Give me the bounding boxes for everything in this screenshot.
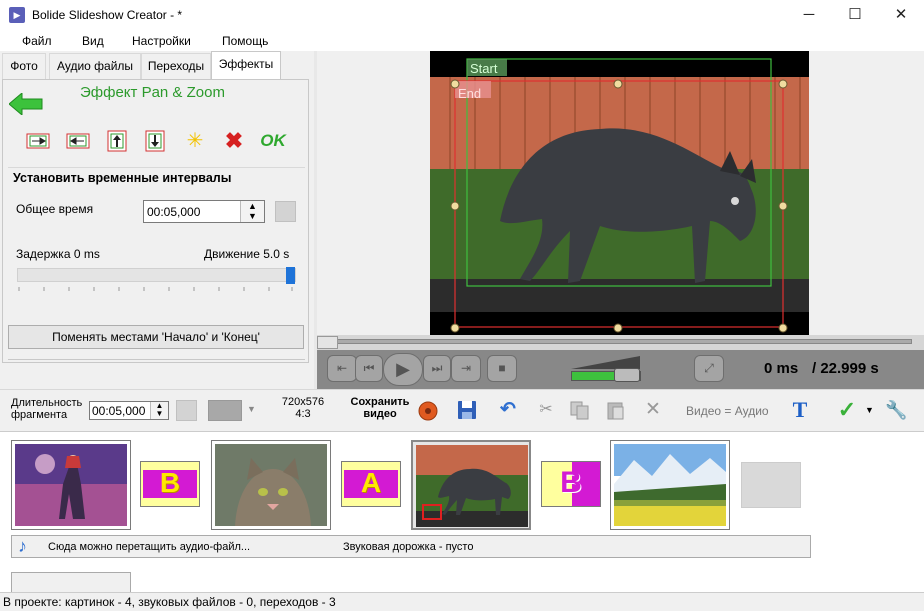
back-arrow-icon[interactable] [9, 93, 43, 115]
swap-start-end-button[interactable]: Поменять местами 'Начало' и 'Конец' [8, 325, 304, 349]
section-title: Установить временные интервалы [13, 171, 232, 185]
resolution-value: 720x576 [281, 396, 325, 408]
transition-letter: A [360, 467, 382, 498]
undo-icon[interactable]: ↶ [497, 400, 519, 420]
divider [8, 167, 305, 168]
cut-icon[interactable]: ✂ [535, 400, 557, 420]
text-icon[interactable]: T [789, 399, 811, 421]
star-icon[interactable]: ✳ [183, 130, 207, 154]
move-right-icon[interactable] [26, 131, 50, 151]
play-icon[interactable]: ▶ [383, 353, 423, 386]
background-swatch[interactable] [176, 400, 197, 421]
tab-transitions[interactable]: Переходы [141, 53, 211, 79]
transition-letter: B [560, 466, 582, 499]
status-text: В проекте: картинок - 4, звуковых файлов… [3, 595, 336, 609]
tab-photo[interactable]: Фото [2, 53, 46, 79]
timeline-stub [11, 572, 131, 593]
total-time-spinner[interactable]: ▲ ▼ [240, 201, 264, 222]
paste-icon[interactable] [605, 400, 627, 420]
audio-track-status: Звуковая дорожка - пусто [343, 541, 474, 553]
minimize-button[interactable]: ─ [786, 0, 832, 31]
video-equals-audio-button[interactable]: Видео = Аудио [686, 404, 769, 418]
empty-slot[interactable] [741, 462, 801, 508]
close-button[interactable]: ✕ [878, 0, 924, 31]
divider [8, 359, 305, 360]
effect-marker [422, 504, 442, 520]
interval-slider[interactable] [17, 268, 296, 282]
remove-icon[interactable]: ✕ [642, 400, 664, 420]
aspect-ratio: 4:3 [295, 408, 311, 420]
slide-thumbnail[interactable] [11, 440, 131, 530]
music-note-icon: ♪ [18, 536, 27, 556]
interval-slider-thumb[interactable] [286, 267, 295, 284]
seek-thumb[interactable] [317, 336, 338, 349]
skip-start-button[interactable]: ⇤ [327, 355, 357, 382]
total-time-label: Общее время [16, 202, 94, 216]
end-rect-label: End [458, 86, 482, 101]
transition-item[interactable]: A [341, 461, 401, 507]
move-left-icon[interactable] [66, 131, 90, 151]
motion-label: Движение 5.0 s [204, 247, 290, 261]
total-time: / 22.999 s [812, 360, 879, 377]
chevron-down-icon[interactable]: ▼ [247, 404, 256, 414]
effect-title: Эффект Pan & Zoom [80, 84, 225, 101]
preview-image [430, 51, 809, 335]
slide-thumbnail[interactable] [211, 440, 331, 530]
slide-image [215, 444, 327, 526]
menu-help[interactable]: Помощь [222, 34, 268, 48]
current-time: 0 ms [764, 360, 799, 377]
fullscreen-button[interactable]: ⤢ [694, 355, 724, 382]
audio-drop-hint: Сюда можно перетащить аудио-файл... [48, 541, 251, 553]
duration-label-line1: Длительность [11, 397, 83, 409]
record-icon[interactable] [418, 401, 438, 421]
menu-settings[interactable]: Настройки [132, 34, 191, 48]
seek-track[interactable] [322, 339, 912, 344]
app-icon: ▶ [9, 7, 25, 23]
stop-button[interactable]: ■ [487, 355, 517, 382]
menu-file[interactable]: Файл [22, 34, 52, 48]
delay-label: Задержка 0 ms [16, 247, 100, 261]
slide-image [614, 444, 726, 526]
transition-letter: B [159, 467, 181, 498]
slider-ticks [18, 287, 293, 291]
transition-item[interactable]: B [541, 461, 601, 507]
save-video-button[interactable]: Сохранить видео [340, 396, 420, 420]
slide-thumbnail[interactable] [610, 440, 730, 530]
move-down-icon[interactable] [144, 129, 166, 153]
color-swatch[interactable] [275, 201, 296, 222]
resolution-display[interactable]: 720x576 4:3 [270, 396, 336, 420]
duration-spinner[interactable]: ▲ ▼ [150, 402, 168, 419]
delete-icon[interactable]: ✖ [222, 130, 246, 154]
menu-view[interactable]: Вид [82, 34, 104, 48]
ok-button[interactable]: OK [258, 130, 288, 154]
save-video-line1: Сохранить [350, 396, 410, 408]
volume-thumb[interactable] [614, 368, 640, 382]
move-up-icon[interactable] [106, 129, 128, 153]
copy-icon[interactable] [569, 400, 591, 420]
duration-label-line2: фрагмента [11, 409, 68, 421]
duration-label: Длительность фрагмента [11, 397, 82, 421]
check-icon[interactable]: ✓ [836, 399, 858, 421]
wrench-icon[interactable]: 🔧 [885, 400, 907, 420]
save-video-line2: видео [363, 408, 397, 420]
window-title: Bolide Slideshow Creator - * [32, 8, 183, 22]
chevron-down-icon[interactable]: ▼ [865, 405, 874, 415]
color-picker[interactable] [208, 400, 242, 421]
maximize-button[interactable]: ☐ [832, 0, 878, 31]
save-icon[interactable] [457, 400, 477, 420]
tab-audio[interactable]: Аудио файлы [49, 53, 141, 79]
preview-canvas [430, 51, 809, 335]
start-rect-label: Start [470, 61, 498, 76]
tab-effects[interactable]: Эффекты [211, 51, 281, 80]
next-button[interactable]: ⏭ [423, 355, 451, 382]
prev-button[interactable]: ⏮ [355, 355, 383, 382]
skip-end-button[interactable]: ⇥ [451, 355, 481, 382]
transition-item[interactable]: B [140, 461, 200, 507]
slide-image [15, 444, 127, 526]
